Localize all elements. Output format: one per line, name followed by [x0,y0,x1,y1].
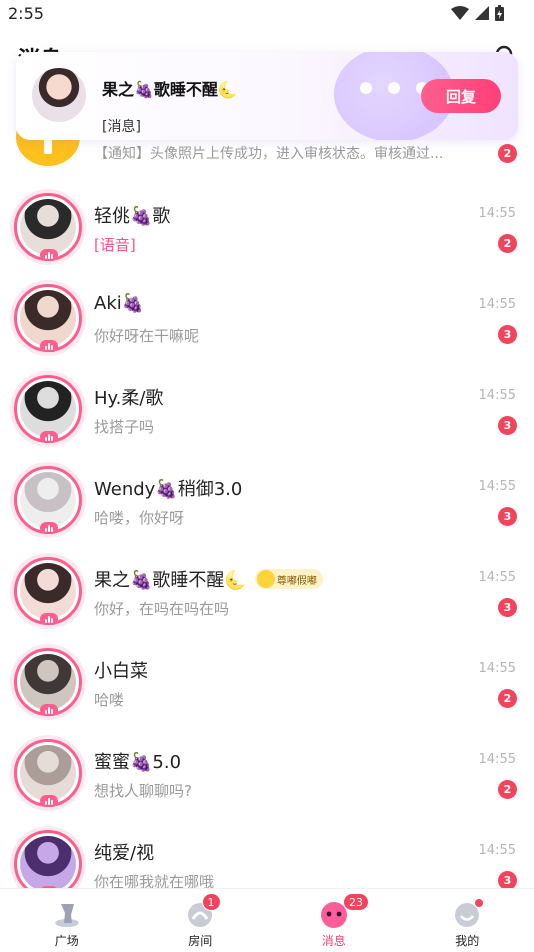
message-time: 14:55 [478,297,516,312]
unread-badge: 2 [498,144,517,163]
nav-badge: 1 [201,893,221,911]
unread-badge: 2 [498,780,517,799]
signal-icon [475,6,489,20]
battery-icon [495,5,504,21]
contact-name: 轻佻🍇歌 [94,206,171,227]
contact-name: Hy.柔/歌 [94,388,164,409]
contact-name: 小白菜 [94,661,148,682]
avatar [20,654,76,710]
live-indicator-icon [40,613,58,625]
contact-name: Wendy🍇稍御3.0 [94,479,243,500]
contact-name: 蜜蜜🍇5.0 [94,752,182,773]
conversation-row[interactable]: Wendy🍇稍御3.0 哈喽，你好呀 14:55 3 [0,455,534,546]
nav-badge: 23 [343,893,369,911]
live-indicator-icon [40,340,58,352]
avatar-ring[interactable] [14,648,82,716]
avatar [20,381,76,437]
conversation-row[interactable]: 蜜蜜🍇5.0 想找人聊聊吗? 14:55 2 [0,728,534,819]
status-bar: 2:55 [0,0,534,28]
status-icons [451,5,504,21]
conversation-row[interactable]: 小白菜 哈喽 14:55 2 [0,637,534,728]
avatar-ring[interactable] [14,466,82,534]
last-message: 哈喽，你好呀 [94,509,185,527]
live-indicator-icon [40,522,58,534]
message-time: 14:55 [478,570,516,585]
contact-name: Aki🍇 [94,293,145,314]
message-time: 14:55 [478,843,516,858]
unread-badge: 3 [498,325,517,344]
contact-name: 果之🍇歌睡不醒🌜 [94,570,247,591]
last-message: 你好，在吗在吗在吗 [94,600,230,618]
bottom-nav: 广场 房间 1 消息 23 我的 [0,888,534,952]
unread-badge: 3 [498,416,517,435]
unread-badge: 2 [498,689,517,708]
emoji-face-icon [256,570,275,588]
system-notice-message: 【通知】头像照片上传成功，进入审核状态。审核通过... [94,146,444,162]
user-tag-label: 尊嘟假嘟 [276,575,317,587]
plaza-icon [54,904,79,927]
avatar [30,66,88,124]
live-indicator-icon [40,795,58,807]
reply-button[interactable]: 回复 [421,79,501,113]
user-tag: 尊嘟假嘟 [254,569,323,589]
conversation-row[interactable]: 轻佻🍇歌 [语音] 14:55 2 [0,182,534,273]
last-message: 想找人聊聊吗? [94,782,192,800]
nav-notify-dot [474,899,483,907]
nav-item-room[interactable]: 房间 1 [134,889,268,952]
conversation-row[interactable]: Aki🍇 你好呀在干嘛呢 14:55 3 [0,273,534,364]
avatar [20,472,76,528]
contact-name-line: 轻佻🍇歌 [94,202,170,228]
nav-label: 房间 [188,934,213,948]
live-indicator-icon [40,249,58,261]
avatar-ring[interactable] [14,739,82,807]
avatar [20,836,76,892]
avatar-ring[interactable] [14,557,82,625]
message-time: 14:55 [478,752,516,767]
last-message: 哈喽 [94,691,125,709]
avatar [20,199,76,255]
avatar-ring[interactable] [14,193,82,261]
conversation-list: 轻佻🍇歌 [语音] 14:55 2 Aki🍇 你好呀在干嘛呢 14:55 3 H… [0,182,534,910]
avatar-ring[interactable] [14,375,82,443]
contact-name-line: 小白菜 [94,657,148,683]
message-notification-banner[interactable]: 果之🍇歌睡不醒🌜 [消息] 回复 [16,52,518,140]
last-message: [语音] [94,236,136,254]
contact-name-line: Wendy🍇稍御3.0 [94,475,242,501]
contact-name-line: 纯爱/视 [94,839,154,865]
nav-item-message[interactable]: 消息 23 [267,889,401,952]
conversation-row[interactable]: Hy.柔/歌 找搭子吗 14:55 3 [0,364,534,455]
contact-name-line: Aki🍇 [94,293,144,314]
unread-badge: 3 [498,507,517,526]
message-time: 14:55 [478,388,516,403]
status-time: 2:55 [8,4,44,23]
wifi-icon [451,6,469,20]
live-indicator-icon [40,704,58,716]
contact-name-line: 果之🍇歌睡不醒🌜 尊嘟假嘟 [94,566,323,592]
nav-item-profile[interactable]: 我的 [401,889,534,952]
nav-label: 我的 [455,934,480,948]
nav-label: 广场 [54,934,79,948]
avatar-ring[interactable] [14,284,82,352]
message-time: 14:55 [478,206,516,221]
nav-item-plaza[interactable]: 广场 [0,889,134,952]
last-message: 你好呀在干嘛呢 [94,327,200,345]
message-time: 14:55 [478,479,516,494]
contact-name: 纯爱/视 [94,843,155,864]
unread-badge: 2 [498,234,517,253]
last-message: 找搭子吗 [94,418,155,436]
conversation-row[interactable]: 果之🍇歌睡不醒🌜 尊嘟假嘟 你好，在吗在吗在吗 14:55 3 [0,546,534,637]
unread-badge: 3 [498,598,517,617]
message-time: 14:55 [478,661,516,676]
nav-label: 消息 [321,934,346,948]
avatar [20,745,76,801]
contact-name-line: 蜜蜜🍇5.0 [94,748,181,774]
sender-name: 果之🍇歌睡不醒🌜 [102,80,238,99]
avatar [20,563,76,619]
contact-name-line: Hy.柔/歌 [94,384,163,410]
notification-preview: [消息] [102,119,141,135]
live-indicator-icon [40,431,58,443]
avatar [20,290,76,346]
